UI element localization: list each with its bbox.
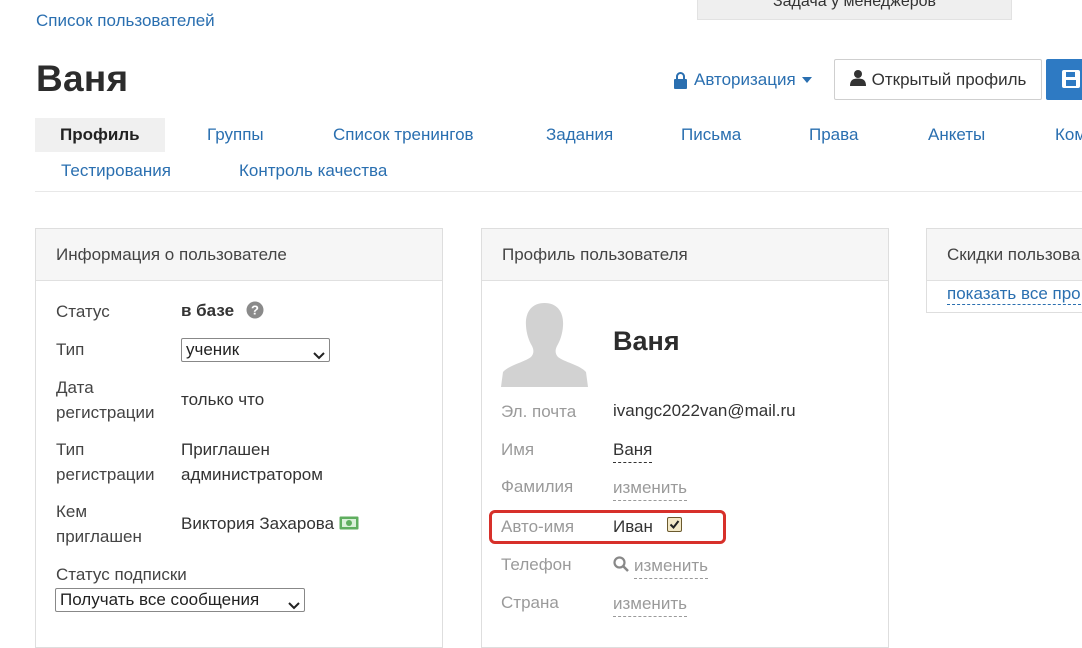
- country-label: Страна: [501, 593, 559, 612]
- tabs-divider: [35, 191, 1082, 192]
- subscription-label: Статус подписки: [56, 565, 187, 584]
- type-select[interactable]: ученик: [181, 338, 330, 362]
- reg-date-value: только что: [181, 390, 265, 409]
- reg-type-value-line2: администратором: [181, 465, 323, 484]
- tab-quality-control[interactable]: Контроль качества: [239, 154, 387, 188]
- avatar[interactable]: [501, 299, 588, 392]
- auth-dropdown-label: Авторизация: [694, 70, 796, 89]
- tab-questionnaires[interactable]: Анкеты: [928, 118, 985, 152]
- money-icon: [339, 516, 359, 535]
- help-icon[interactable]: ?: [246, 301, 264, 324]
- status-label: Статус: [56, 302, 110, 321]
- reg-type-label-line1: Тип: [56, 440, 85, 459]
- subscription-select[interactable]: Получать все сообщения: [55, 588, 305, 612]
- lock-icon: [673, 71, 688, 89]
- tab-rights[interactable]: Права: [809, 118, 858, 152]
- tab-profile[interactable]: Профиль: [35, 118, 165, 152]
- tab-trainings[interactable]: Список тренингов: [333, 118, 474, 152]
- open-profile-label: Открытый профиль: [871, 69, 1027, 89]
- back-to-user-list-link[interactable]: Список пользователей: [36, 11, 215, 31]
- tab-letters[interactable]: Письма: [681, 118, 741, 152]
- show-all-discounts-link[interactable]: показать все про: [947, 284, 1081, 305]
- user-profile-panel: Профиль пользователя: [481, 228, 889, 648]
- email-value: ivangc2022van@mail.ru: [613, 401, 796, 420]
- tab-tasks[interactable]: Задания: [546, 118, 613, 152]
- search-icon: [613, 556, 629, 577]
- reg-type-label-line2: регистрации: [56, 465, 155, 484]
- last-name-label: Фамилия: [501, 477, 574, 496]
- first-name-value[interactable]: Ваня: [613, 437, 653, 463]
- floppy-disk-icon: [1062, 70, 1080, 93]
- email-label: Эл. почта: [501, 402, 577, 421]
- reg-type-value-line1: Приглашен: [181, 440, 270, 459]
- invited-by-label-line2: приглашен: [56, 527, 142, 546]
- auto-name-checkbox[interactable]: [667, 517, 682, 532]
- tab-testing[interactable]: Тестирования: [61, 154, 171, 188]
- phone-label: Телефон: [501, 555, 572, 574]
- type-select-value: ученик: [186, 340, 240, 359]
- caret-down-icon: [801, 77, 812, 83]
- user-info-title: Информация о пользователе: [36, 229, 442, 281]
- invited-by-label-line1: Кем: [56, 502, 88, 521]
- check-icon: [669, 520, 680, 530]
- reg-date-label-line2: регистрации: [56, 403, 155, 422]
- user-icon: [849, 69, 866, 91]
- tab-groups[interactable]: Группы: [207, 118, 264, 152]
- chevron-down-icon: [313, 344, 325, 366]
- invited-by-value[interactable]: Виктория Захарова: [181, 511, 334, 536]
- auth-dropdown[interactable]: Авторизация: [673, 70, 812, 90]
- auto-name-value: Иван: [613, 517, 653, 536]
- auto-name-label: Авто-имя: [501, 517, 575, 536]
- reg-date-label-line1: Дата: [56, 378, 94, 397]
- tab-comments[interactable]: Ком: [1055, 118, 1082, 152]
- discounts-title: Скидки пользова: [927, 229, 1082, 281]
- managers-task-button[interactable]: Задача у менеджеров: [697, 0, 1012, 20]
- country-edit-link[interactable]: изменить: [613, 591, 687, 617]
- page-title: Ваня: [36, 58, 129, 99]
- status-value: в базе: [181, 301, 235, 320]
- last-name-edit-link[interactable]: изменить: [613, 475, 687, 501]
- type-label: Тип: [56, 340, 85, 359]
- phone-edit-link[interactable]: изменить: [634, 553, 708, 579]
- first-name-label: Имя: [501, 440, 535, 459]
- open-profile-button[interactable]: Открытый профиль: [834, 59, 1042, 100]
- chevron-down-icon: [288, 594, 300, 616]
- user-profile-title: Профиль пользователя: [482, 229, 888, 281]
- save-button[interactable]: [1046, 59, 1082, 100]
- subscription-select-value: Получать все сообщения: [60, 590, 260, 609]
- profile-name: Ваня: [613, 326, 680, 356]
- svg-text:?: ?: [251, 303, 259, 318]
